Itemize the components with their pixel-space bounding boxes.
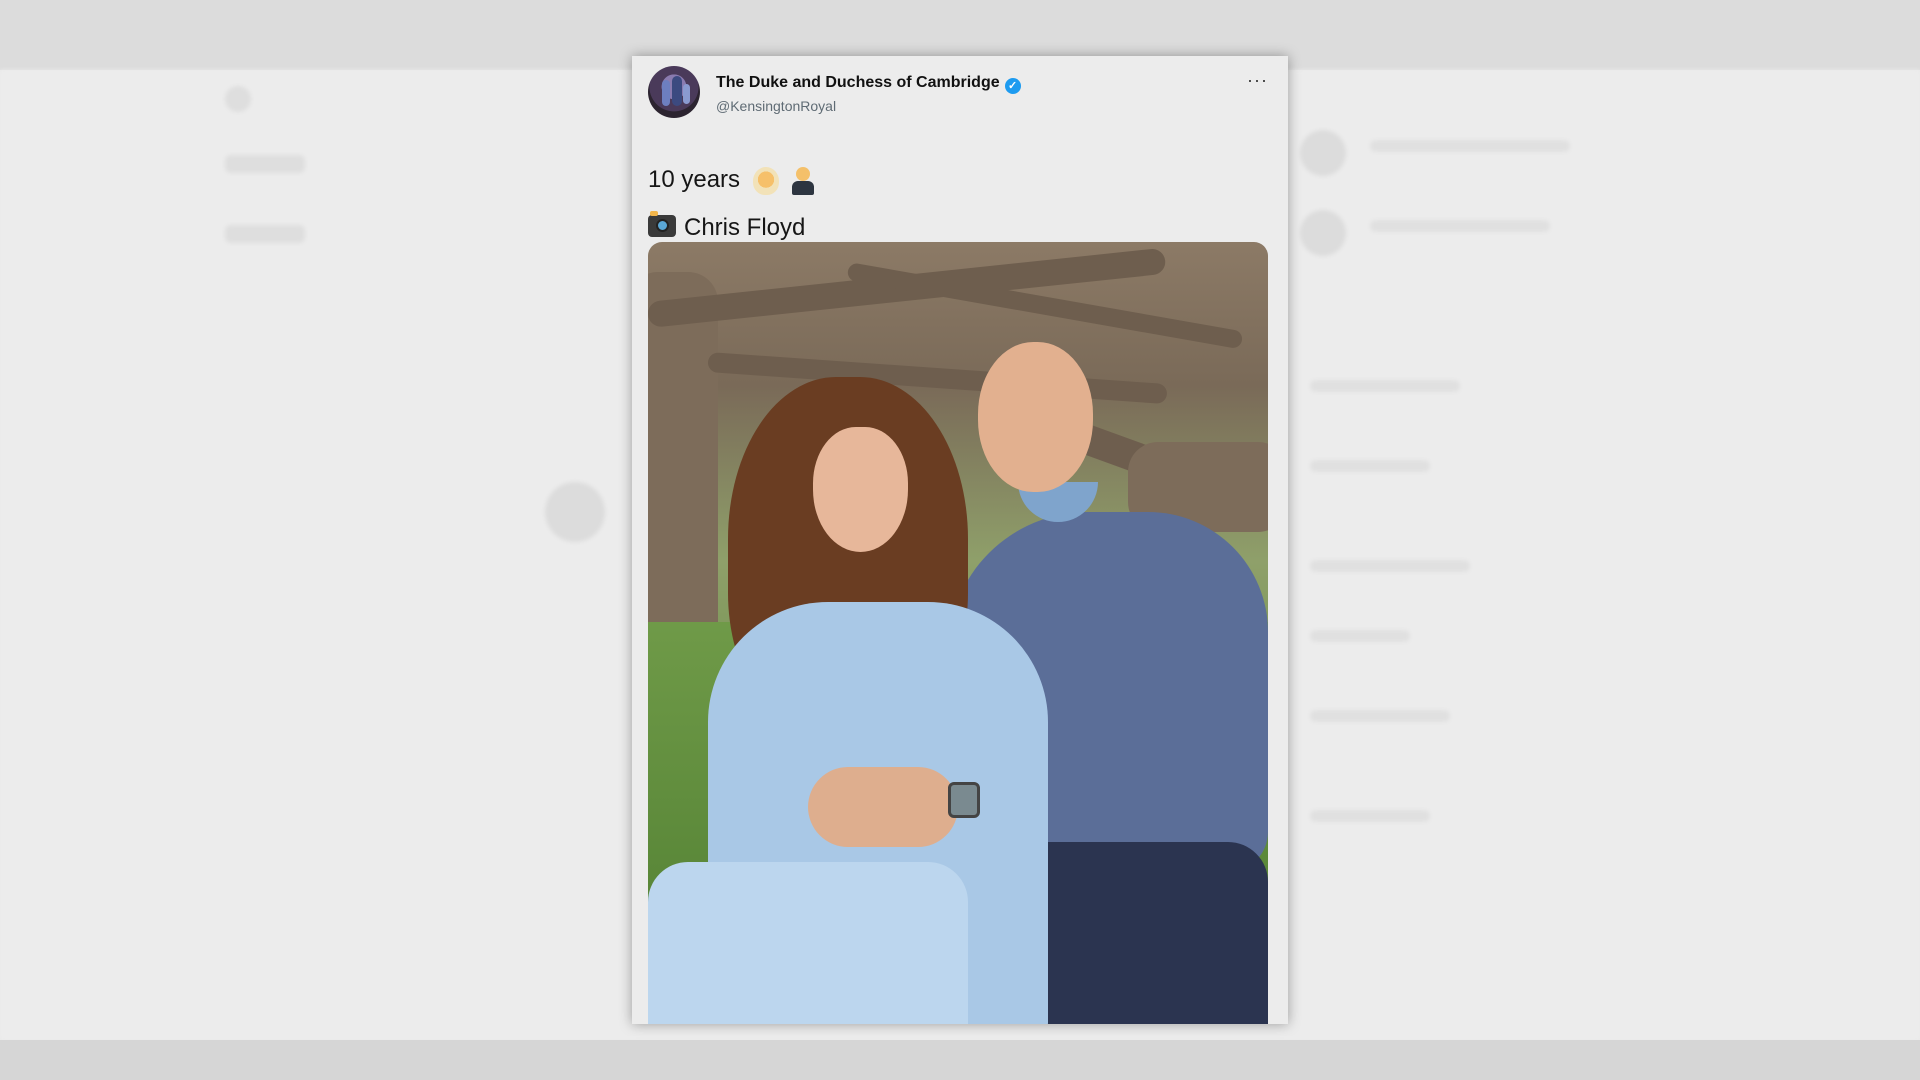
person-in-tuxedo-emoji <box>791 166 815 195</box>
background-text-line <box>1310 630 1410 642</box>
camera-with-flash-icon <box>648 211 676 237</box>
author-name[interactable]: The Duke and Duchess of Cambridge <box>716 74 1000 91</box>
background-avatar <box>545 482 605 542</box>
more-options-icon[interactable]: ··· <box>1247 70 1268 91</box>
tweet-card[interactable]: The Duke and Duchess of Cambridge ✓ @Kens… <box>632 56 1288 1024</box>
background-text-line <box>1310 460 1430 472</box>
tweet-photo[interactable] <box>648 242 1268 1024</box>
woman-face <box>813 427 908 552</box>
background-nav-item <box>225 225 305 243</box>
verified-badge-icon: ✓ <box>1004 78 1021 94</box>
background-text-line <box>1310 560 1470 572</box>
background-text-line <box>1310 380 1460 392</box>
tweet-header: The Duke and Duchess of Cambridge ✓ @Kens… <box>648 66 1272 122</box>
tweet-text-line: 10 years <box>648 166 815 195</box>
tweet-text: 10 years <box>648 166 741 193</box>
person-with-veil-emoji <box>752 166 779 195</box>
background-bottom-bar <box>0 1040 1920 1080</box>
background-text-line <box>1310 810 1430 822</box>
background-text-line <box>1370 140 1570 152</box>
background-text-line <box>1310 710 1450 722</box>
author-handle[interactable]: @KensingtonRoyal <box>716 98 836 114</box>
man-face <box>978 342 1093 492</box>
background-text-line <box>1370 220 1550 232</box>
background-avatar <box>1300 130 1346 176</box>
author-name-row[interactable]: The Duke and Duchess of Cambridge ✓ <box>716 74 1021 94</box>
author-avatar[interactable] <box>648 66 700 118</box>
background-nav-item <box>225 155 305 173</box>
background-logo <box>225 86 251 112</box>
wristwatch <box>948 782 980 818</box>
background-avatar <box>1300 210 1346 256</box>
photo-credit-line: Chris Floyd <box>648 211 806 242</box>
photo-credit: Chris Floyd <box>684 214 806 241</box>
